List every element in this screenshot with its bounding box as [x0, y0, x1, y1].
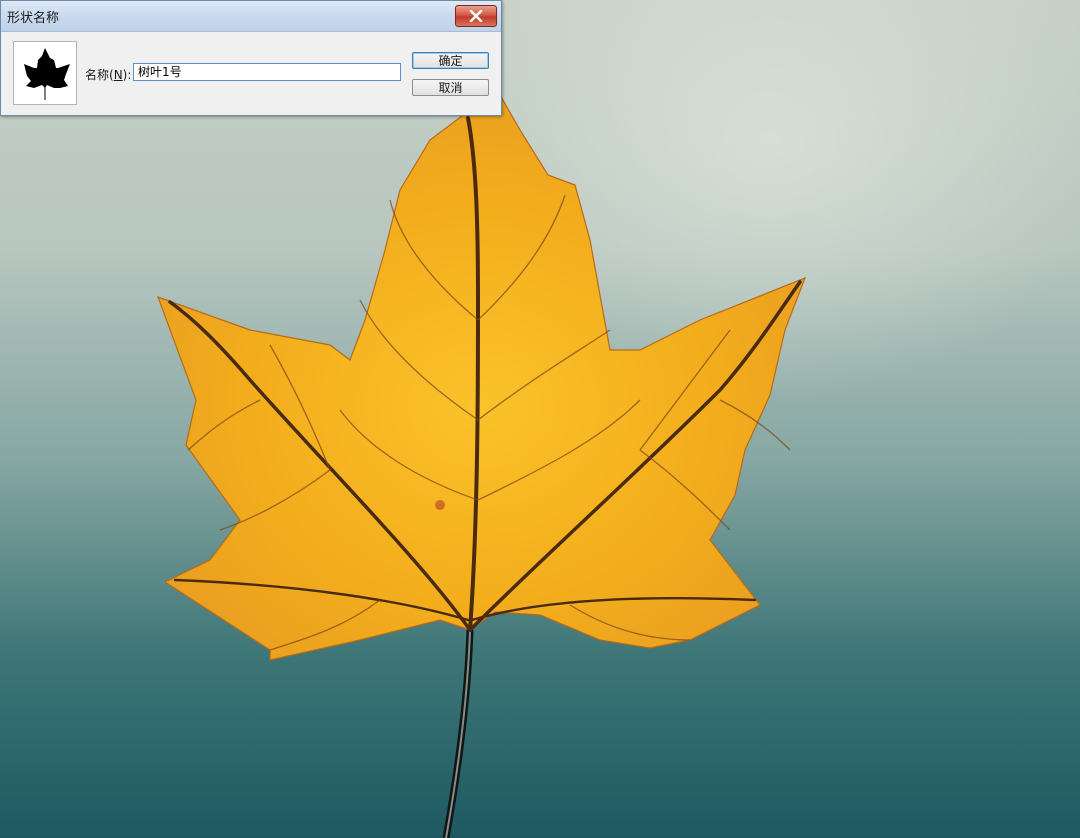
photo-canvas: 形状名称 名称(N): 树叶1号 确定 取消	[0, 0, 1080, 838]
shape-preview-thumbnail	[13, 41, 77, 105]
cancel-button[interactable]: 取消	[412, 79, 489, 96]
leaf-spot	[435, 500, 445, 510]
shape-name-input[interactable]: 树叶1号	[133, 63, 401, 81]
ok-button[interactable]: 确定	[412, 52, 489, 69]
shape-name-dialog: 形状名称 名称(N): 树叶1号 确定 取消	[0, 0, 502, 116]
name-label: 名称(N):	[85, 68, 132, 82]
close-button[interactable]	[455, 5, 497, 27]
maple-leaf-image	[156, 94, 807, 838]
close-icon	[469, 10, 483, 22]
dialog-title: 形状名称	[7, 11, 60, 26]
leaf-stem	[442, 629, 474, 838]
leaf-shape-preview-icon	[24, 48, 70, 100]
dialog-titlebar[interactable]: 形状名称	[1, 1, 501, 32]
leaf-body	[156, 94, 807, 661]
